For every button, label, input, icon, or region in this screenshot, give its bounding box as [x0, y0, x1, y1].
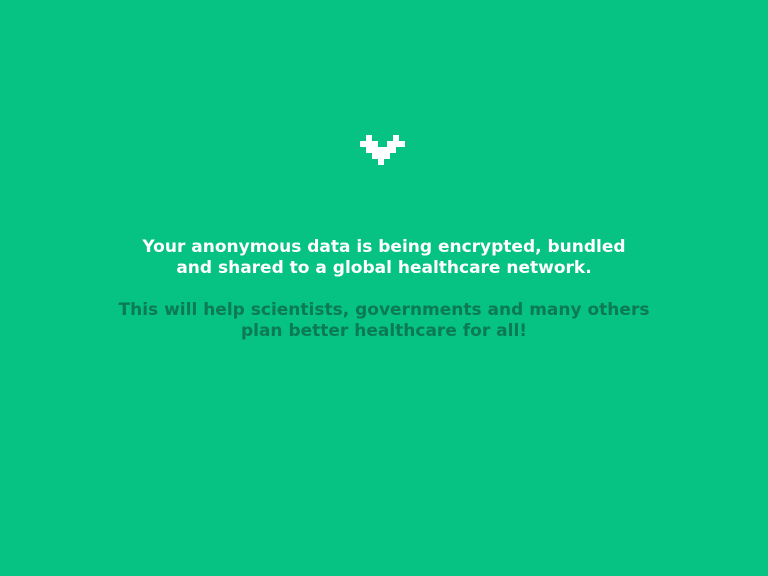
- primary-message-line-2: and shared to a global healthcare networ…: [176, 258, 592, 278]
- secondary-message-line-2: plan better healthcare for all!: [240, 321, 528, 341]
- secondary-message-line-1: This will help scientists, governments a…: [118, 300, 650, 320]
- secondary-message: This will help scientists, governments a…: [0, 300, 768, 342]
- primary-message-line-1: Your anonymous data is being encrypted, …: [142, 237, 626, 257]
- pixel-heart-icon-graphic: [360, 135, 405, 165]
- pixel-heart-icon: [360, 135, 408, 171]
- primary-message: Your anonymous data is being encrypted, …: [0, 237, 768, 279]
- pixel-heart-shape: [360, 135, 405, 165]
- data-sharing-screen: Your anonymous data is being encrypted, …: [0, 0, 768, 576]
